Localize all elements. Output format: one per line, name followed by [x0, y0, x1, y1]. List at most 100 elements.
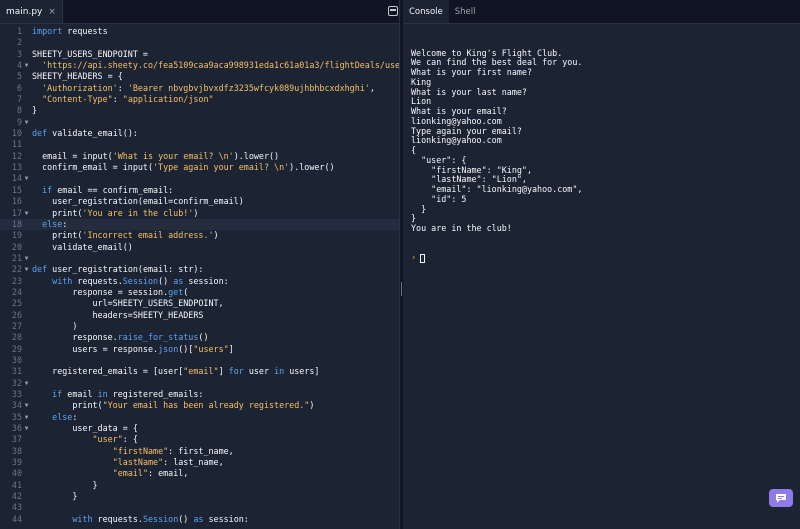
code-token: requests. — [92, 513, 143, 524]
code-line[interactable]: 43 — [0, 502, 399, 513]
code-token: print( — [32, 207, 83, 218]
tab-shell[interactable]: Shell — [449, 0, 482, 23]
code-line[interactable]: 28 response.raise_for_status() — [0, 332, 399, 343]
fold-chevron-icon[interactable]: ▼ — [22, 173, 31, 184]
code-token: "Your email has been already registered.… — [102, 400, 310, 411]
line-number: 7 — [16, 94, 22, 105]
console-prompt[interactable]: › — [411, 253, 800, 263]
code-line[interactable]: 11 — [0, 139, 399, 150]
code-token: user — [243, 366, 275, 377]
splitter-grip[interactable] — [401, 282, 402, 296]
code-line[interactable]: 14 ▼ — [0, 173, 399, 184]
fold-chevron-icon[interactable]: ▼ — [22, 423, 31, 434]
code-line[interactable]: 19 print('Incorrect email address.') — [0, 230, 399, 241]
layout-panel-icon[interactable] — [388, 6, 398, 16]
code-line[interactable]: 36 ▼ user_data = { — [0, 423, 399, 434]
code-line[interactable]: 22 ▼ def user_registration(email: str): — [0, 264, 399, 275]
fold-chevron-icon[interactable]: ▼ — [22, 208, 31, 219]
code-line[interactable]: 9 ▼ — [0, 117, 399, 128]
code-line[interactable]: 18 else: — [0, 218, 399, 231]
code-line[interactable]: 32 ▼ — [0, 378, 399, 389]
fold-chevron-icon[interactable]: ▼ — [22, 264, 31, 275]
code-token: (): — [122, 128, 138, 139]
line-source — [31, 173, 32, 184]
code-line[interactable]: 5 SHEETY_HEADERS = { — [0, 71, 399, 82]
line-source: SHEETY_USERS_ENDPOINT = — [31, 49, 153, 60]
line-source: def user_registration(email: str): — [31, 264, 203, 275]
line-number: 43 — [11, 502, 22, 513]
code-line[interactable]: 27 ) — [0, 321, 399, 332]
fold-chevron-icon[interactable]: ▼ — [22, 412, 31, 423]
code-token: : last_name, — [163, 457, 224, 468]
code-token: email — [62, 389, 98, 399]
line-source: with requests.Session() as session: — [31, 276, 229, 287]
code-line[interactable]: 4 ▼ 'https://api.sheety.co/fea5109caa9aca… — [0, 60, 399, 71]
code-line[interactable]: 38 "firstName": first_name, — [0, 446, 399, 457]
fold-chevron-icon[interactable]: ▼ — [22, 253, 31, 264]
code-line[interactable]: 23 with requests.Session() as session: — [0, 276, 399, 287]
code-line[interactable]: 12 email = input('What is your email? \n… — [0, 151, 399, 162]
code-line[interactable]: 30 — [0, 355, 399, 366]
code-line[interactable]: 6 'Authorization': 'Bearer nbvgbvjbvxdfz… — [0, 83, 399, 94]
code-line[interactable]: 1 import requests — [0, 26, 399, 37]
code-line[interactable]: 25 url=SHEETY_USERS_ENDPOINT, — [0, 298, 399, 309]
code-line[interactable]: 37 "user": { — [0, 434, 399, 445]
code-line[interactable]: 7 "Content-Type": "application/json" — [0, 94, 399, 105]
console-output-text: Welcome to King's Flight Club. We can fi… — [411, 47, 583, 233]
line-number: 27 — [11, 320, 22, 331]
fold-chevron-icon[interactable]: ▼ — [22, 378, 31, 389]
line-number: 24 — [11, 286, 22, 297]
code-line[interactable]: 2 — [0, 37, 399, 48]
code-token: in — [97, 389, 108, 399]
code-line[interactable]: 26 headers=SHEETY_HEADERS — [0, 310, 399, 321]
code-line[interactable]: 39 "lastName": last_name, — [0, 457, 399, 468]
tab-console[interactable]: Console — [403, 0, 449, 23]
file-tab-main-py[interactable]: main.py × — [0, 0, 63, 23]
code-token: users = response. — [32, 343, 159, 354]
code-line[interactable]: 3 SHEETY_USERS_ENDPOINT = — [0, 49, 399, 60]
code-line[interactable]: 8} — [0, 105, 399, 116]
code-token: requests. — [72, 275, 123, 286]
chat-bubble-icon[interactable] — [769, 489, 793, 507]
fold-gutter — [22, 71, 31, 82]
line-source: } — [31, 491, 77, 502]
code-line[interactable]: 44 with requests.Session() as session: — [0, 514, 399, 525]
line-number: 37 — [11, 434, 22, 445]
code-line[interactable]: 13 confirm_email = input('Type again you… — [0, 162, 399, 173]
code-line[interactable]: 20 validate_email() — [0, 242, 399, 253]
code-line[interactable]: 34 ▼ print("Your email has been already r… — [0, 400, 399, 411]
line-source: "Content-Type": "application/json" — [31, 94, 213, 105]
code-line[interactable]: 40 "email": email, — [0, 468, 399, 479]
code-line[interactable]: 21 ▼ — [0, 253, 399, 264]
code-line[interactable]: 17 ▼ print('You are in the club!') — [0, 208, 399, 219]
line-number: 32 — [11, 377, 22, 388]
code-token: "email" — [183, 366, 219, 377]
code-line[interactable]: 24 response = session.get( — [0, 287, 399, 298]
code-line[interactable]: 29 users = response.json()["users"] — [0, 344, 399, 355]
code-line[interactable]: 41 } — [0, 480, 399, 491]
line-source: } — [31, 105, 37, 116]
code-line[interactable]: 31 registered_emails = [user["email"] fo… — [0, 366, 399, 377]
code-token: Session — [122, 275, 159, 286]
close-icon[interactable]: × — [48, 7, 56, 17]
code-line[interactable]: 35 ▼ else: — [0, 412, 399, 423]
line-source — [31, 139, 32, 150]
fold-chevron-icon[interactable]: ▼ — [22, 60, 31, 71]
fold-gutter — [22, 151, 31, 162]
code-token: SHEETY_HEADERS = { — [32, 71, 123, 82]
code-line[interactable]: 10 def validate_email(): — [0, 128, 399, 139]
code-line[interactable]: 33 if email in registered_emails: — [0, 389, 399, 400]
code-line[interactable]: 42 } — [0, 491, 399, 502]
fold-gutter — [22, 344, 31, 355]
code-line[interactable]: 16 user_registration(email=confirm_email… — [0, 196, 399, 207]
fold-chevron-icon[interactable]: ▼ — [22, 400, 31, 411]
code-token: () — [158, 275, 174, 286]
code-line[interactable]: 15 if email == confirm_email: — [0, 185, 399, 196]
fold-chevron-icon[interactable]: ▼ — [22, 117, 31, 128]
code-editor[interactable]: 1 import requests 2 3 SHEETY_USERS_ENDPOINT … — [0, 24, 399, 529]
fold-gutter — [22, 310, 31, 321]
line-number: 31 — [11, 366, 22, 377]
